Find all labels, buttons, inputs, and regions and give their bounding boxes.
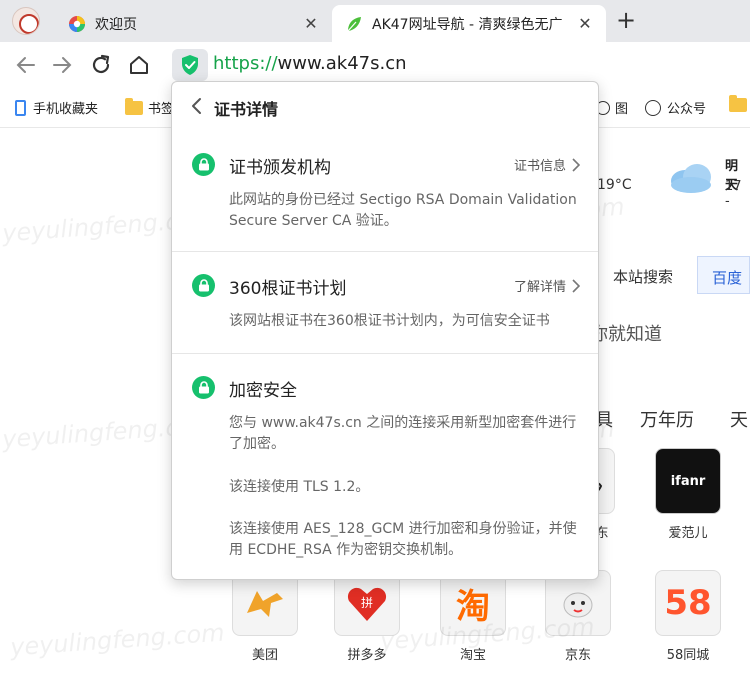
new-tab-button[interactable]: + — [614, 8, 638, 32]
site-label: 拼多多 — [347, 648, 387, 663]
site-label: 京东 — [564, 648, 591, 663]
forward-icon[interactable] — [50, 53, 74, 77]
lock-icon — [192, 274, 215, 297]
section-title: 360根证书计划 — [229, 279, 347, 299]
site-label: 淘宝 — [459, 648, 486, 663]
divider — [172, 251, 598, 252]
link-label: 了解详情 — [513, 280, 566, 295]
bookmark-label: 图 — [615, 102, 629, 117]
pinduoduo-logo-text: 拼 — [361, 596, 373, 610]
reload-icon[interactable] — [89, 53, 113, 77]
bookmark-image[interactable]: 图 — [596, 98, 628, 117]
section-title: 加密安全 — [229, 381, 297, 401]
profile-avatar[interactable] — [12, 7, 40, 35]
site-tile-ifanr[interactable]: ifanr 爱范儿 — [643, 448, 733, 541]
cipher-description: 该连接使用 AES_128_GCM 进行加密和身份验证，并使用 ECDHE_RS… — [229, 521, 577, 558]
site-tile-taobao[interactable]: 淘 淘宝 — [428, 570, 518, 663]
certificate-info-link[interactable]: 证书信息 — [514, 155, 580, 174]
ifanr-logo-text: ifanr — [670, 473, 706, 489]
search-tabs: 本站搜索 百度 — [597, 254, 750, 294]
folder-icon — [125, 97, 143, 115]
weather-tomorrow-temp: 17 - — [725, 179, 742, 209]
site-tile-58[interactable]: 58 58同城 — [643, 570, 733, 663]
bookmark-mobile[interactable]: 手机收藏夹 — [15, 98, 98, 117]
encryption-description: 您与 www.ak47s.cn 之间的连接采用新型加密套件进行了加密。 — [229, 415, 577, 452]
site-tile-jd[interactable]: 京东 — [533, 570, 623, 663]
welcome-favicon-icon — [68, 15, 86, 33]
tab-title: AK47网址导航 - 清爽绿色无广 — [372, 16, 563, 33]
site-tile-pinduoduo[interactable]: 拼 拼多多 — [322, 570, 412, 663]
tab-title: 欢迎页 — [95, 16, 137, 33]
weather-widget[interactable]: 19°C 明天 17 - — [597, 133, 750, 223]
phone-icon — [15, 99, 26, 116]
link-label: 证书信息 — [513, 159, 566, 174]
58-logo-text: 58 — [664, 583, 712, 623]
popup-title: 证书详情 — [214, 100, 279, 119]
category-tab[interactable]: 万年历 — [640, 406, 694, 432]
site-security-shield-icon[interactable] — [172, 49, 208, 81]
tab-welcome[interactable]: 欢迎页 ✕ — [55, 5, 332, 42]
section-description: 此网站的身份已经过 Sectigo RSA Domain Validation … — [229, 192, 577, 229]
back-chevron-icon[interactable] — [188, 96, 206, 116]
tls-version: 该连接使用 TLS 1.2。 — [229, 479, 370, 495]
bookmark-folder-more[interactable] — [729, 95, 750, 112]
close-tab-icon[interactable]: ✕ — [574, 13, 596, 35]
close-tab-icon[interactable]: ✕ — [300, 13, 322, 35]
globe-icon — [645, 99, 661, 116]
bookmark-folder[interactable]: 书签 — [125, 97, 174, 117]
popup-header: 证书详情 — [172, 82, 598, 132]
certificate-details-popup: 证书详情 证书颁发机构 证书信息 此网站的身份已经过 Sectigo RSA D… — [171, 81, 599, 580]
bookmark-wechat[interactable]: 公众号 — [645, 98, 706, 117]
tab-ak47[interactable]: AK47网址导航 - 清爽绿色无广 ✕ — [332, 5, 606, 42]
bookmark-label: 手机收藏夹 — [33, 102, 99, 117]
ifanr-logo: ifanr — [655, 448, 721, 514]
divider — [172, 353, 598, 354]
home-icon[interactable] — [127, 53, 151, 77]
url-scheme: https:// — [213, 53, 278, 74]
folder-icon — [729, 95, 747, 112]
section-title: 证书颁发机构 — [229, 158, 331, 178]
search-slogan: 你就知道 — [590, 324, 662, 345]
url-host: www.ak47s.cn — [277, 53, 407, 74]
chevron-right-icon — [572, 157, 580, 172]
search-tab-baidu[interactable]: 百度 — [697, 256, 750, 294]
lock-icon — [192, 376, 215, 399]
section-description: 该网站根证书在360根证书计划内，为可信安全证书 — [229, 313, 550, 329]
58-logo: 58 — [655, 570, 721, 636]
cloud-icon — [667, 161, 715, 193]
category-tab[interactable]: 天 — [730, 406, 748, 432]
lock-icon — [192, 153, 215, 176]
url-text[interactable]: https://www.ak47s.cn — [213, 53, 407, 74]
learn-more-link[interactable]: 了解详情 — [514, 276, 580, 295]
site-tile-meituan[interactable]: 美团 — [220, 570, 310, 663]
site-label: 58同城 — [666, 648, 710, 663]
bookmark-label: 公众号 — [667, 102, 707, 117]
site-label: 爱范儿 — [668, 526, 708, 541]
tab-strip: 欢迎页 ✕ AK47网址导航 - 清爽绿色无广 ✕ + — [0, 0, 750, 42]
leaf-favicon-icon — [345, 15, 363, 33]
site-label: 美团 — [251, 648, 278, 663]
search-tab-site[interactable]: 本站搜索 — [613, 266, 673, 287]
back-icon[interactable] — [14, 53, 38, 77]
weather-temp: 19°C — [597, 177, 632, 193]
taobao-logo-text: 淘 — [456, 586, 490, 627]
chevron-right-icon — [572, 278, 580, 293]
